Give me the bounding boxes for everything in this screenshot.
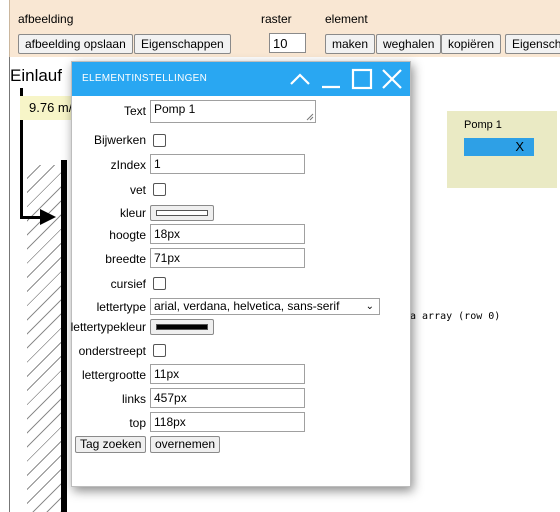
lettergrootte-field[interactable] (150, 364, 305, 384)
kleur-swatch (156, 210, 208, 216)
apply-button[interactable]: overnemen (150, 436, 221, 453)
tag-search-button[interactable]: Tag zoeken (75, 436, 147, 453)
text-field-value: Pomp 1 (154, 102, 196, 116)
resize-grip-icon[interactable] (306, 113, 314, 121)
dialog-title: ELEMENTINSTELLINGEN (82, 73, 208, 84)
breedte-label: breedte (105, 252, 146, 266)
pump-element[interactable]: Pomp 1 X (447, 111, 557, 188)
chevron-up-icon[interactable] (286, 65, 314, 93)
section-label-element: element (325, 12, 368, 26)
image-properties-button[interactable]: Eigenschappen (134, 34, 231, 54)
copy-element-button[interactable]: kopiëren (441, 34, 502, 54)
vet-label: vet (129, 183, 146, 197)
pump-bar[interactable]: X (464, 138, 534, 156)
close-icon[interactable] (378, 65, 406, 93)
grid-size-input[interactable] (269, 33, 306, 53)
pump-title: Pomp 1 (464, 119, 502, 131)
bijwerken-label: Bijwerken (93, 133, 146, 147)
cursief-checkbox[interactable] (153, 277, 166, 290)
onderstreept-checkbox[interactable] (153, 344, 166, 357)
flow-arrow-icon (40, 209, 56, 225)
zindex-field[interactable] (150, 154, 305, 174)
save-image-button[interactable]: afbeelding opslaan (18, 34, 133, 54)
hoogte-field[interactable] (150, 224, 305, 244)
kleur-label: kleur (119, 206, 146, 220)
section-label-afbeelding: afbeelding (18, 12, 74, 26)
array-text: a array (row 0) (410, 311, 501, 322)
text-label: Text (123, 104, 146, 118)
top-label: top (129, 416, 146, 430)
lettertype-value: arial, verdana, helvetica, sans-serif (154, 299, 340, 313)
einlauf-label[interactable]: Einlauf (10, 66, 62, 86)
breedte-field[interactable] (150, 248, 305, 268)
onderstreept-label: onderstreept (78, 344, 146, 358)
kleur-color-picker[interactable] (150, 205, 214, 221)
pump-close-button[interactable]: X (515, 139, 524, 154)
lettertype-select[interactable]: arial, verdana, helvetica, sans-serif ⌄ (150, 298, 380, 315)
lettertypekleur-swatch (156, 324, 208, 330)
lettertypekleur-color-picker[interactable] (150, 319, 214, 335)
maximize-icon[interactable] (348, 65, 376, 93)
zindex-label: zIndex (110, 158, 146, 172)
vet-checkbox[interactable] (153, 183, 166, 196)
toolbar: afbeelding raster element afbeelding ops… (9, 0, 560, 57)
links-field[interactable] (150, 388, 305, 408)
lettergrootte-label: lettergrootte (81, 368, 146, 382)
element-properties-button[interactable]: Eigenscha (505, 34, 560, 54)
chevron-down-icon: ⌄ (365, 301, 374, 312)
links-label: links (121, 392, 146, 406)
section-label-raster: raster (261, 12, 292, 26)
hoogte-label: hoogte (109, 228, 146, 242)
pipe-main (61, 160, 67, 512)
text-field[interactable]: Pomp 1 (150, 100, 316, 123)
bijwerken-checkbox[interactable] (153, 134, 166, 147)
minimize-icon[interactable] (317, 65, 345, 93)
dialog-titlebar[interactable]: ELEMENTINSTELLINGEN (72, 62, 410, 96)
remove-element-button[interactable]: weghalen (376, 34, 442, 54)
lettertypekleur-label: lettertypekleur (70, 320, 146, 334)
element-settings-dialog: ELEMENTINSTELLINGEN Text Pomp 1 Bijwerke… (71, 61, 411, 487)
create-element-button[interactable]: maken (325, 34, 376, 54)
top-field[interactable] (150, 412, 305, 432)
cursief-label: cursief (110, 277, 146, 291)
lettertype-label: lettertype (96, 300, 146, 314)
